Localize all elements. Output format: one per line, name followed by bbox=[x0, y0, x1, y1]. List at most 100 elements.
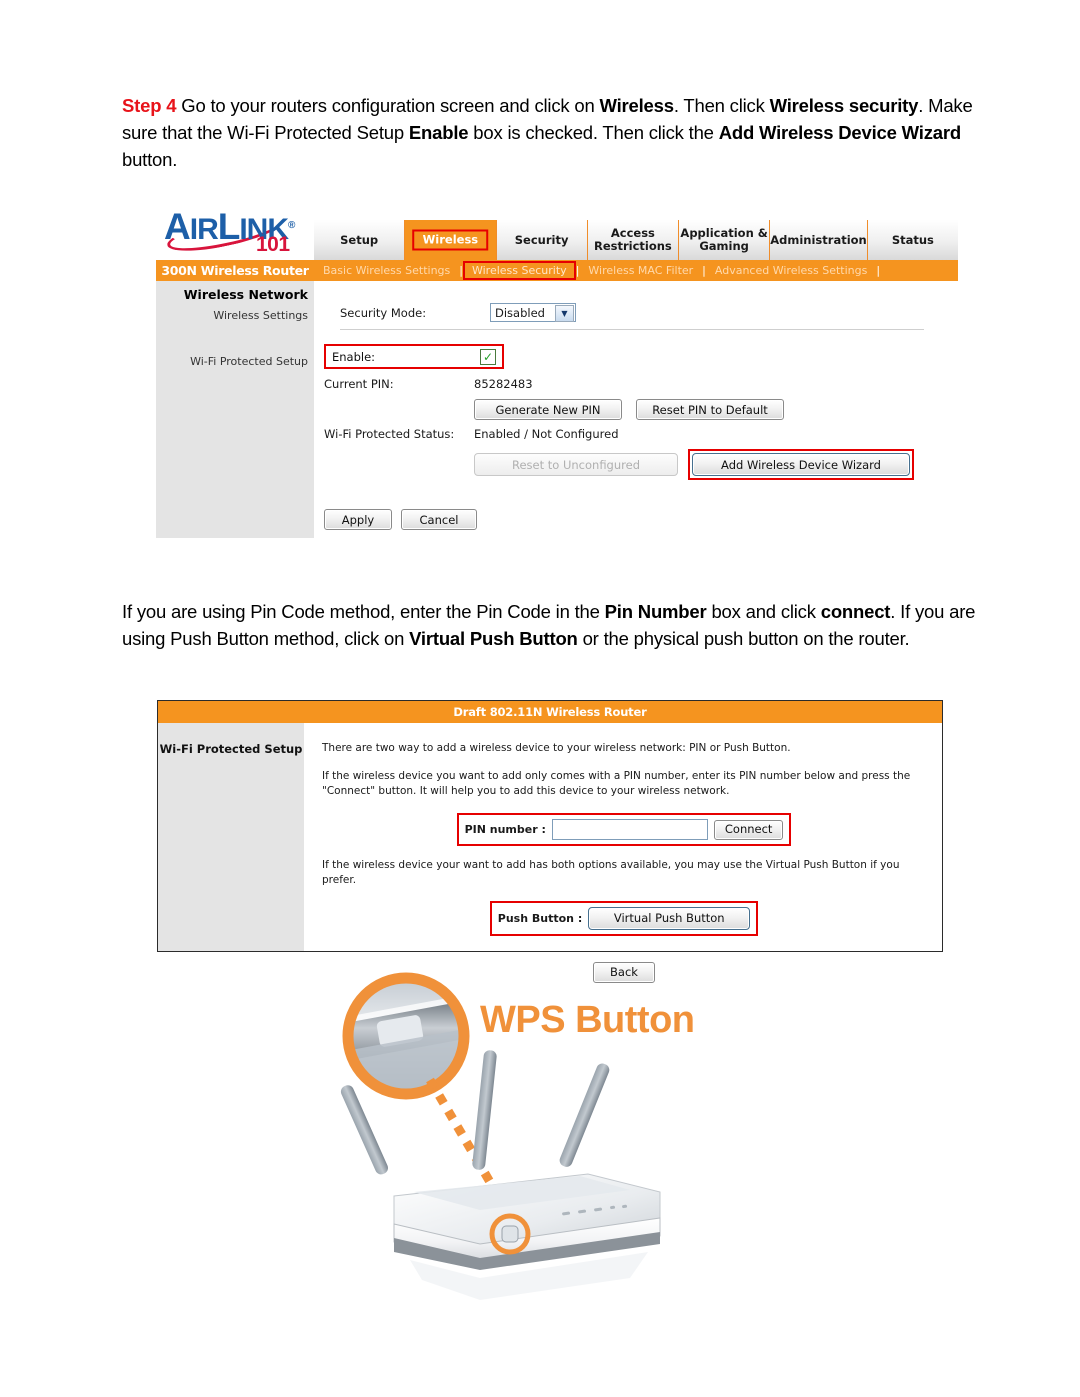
nav-tab-label: Status bbox=[891, 232, 934, 247]
chevron-down-icon[interactable]: ▼ bbox=[555, 305, 574, 322]
subnav-separator: | bbox=[876, 264, 881, 277]
nav-tab-administration[interactable]: Administration bbox=[770, 220, 868, 260]
text-run-7: box is checked. Then click the bbox=[468, 122, 719, 143]
wps-button-photo: WPS Button bbox=[330, 960, 760, 1310]
security-mode-row: Security Mode: Disabled ▼ bbox=[340, 303, 958, 322]
nav-tab-label: Access Restrictions bbox=[593, 226, 672, 253]
router-config-screenshot: AIRLINK® 101 Setup Wireless Security Access… bbox=[156, 198, 958, 538]
form-footer-buttons: Apply Cancel bbox=[324, 509, 477, 530]
router-main-panel: Security Mode: Disabled ▼ Enable: ✓ Curr… bbox=[314, 281, 958, 538]
router-header: AIRLINK® 101 Setup Wireless Security Access… bbox=[156, 198, 958, 262]
wizard-sidebar-label: Wi-Fi Protected Setup bbox=[158, 723, 304, 951]
logo-ir: IR bbox=[189, 213, 219, 246]
text-run-5: Virtual Push Button bbox=[409, 628, 578, 649]
step4-instruction-paragraph: Step 4 Go to your routers configuration … bbox=[122, 92, 982, 173]
wps-button-caption: WPS Button bbox=[480, 999, 695, 1041]
pin-number-row: PIN number : Connect bbox=[322, 813, 926, 846]
current-pin-label: Current PIN: bbox=[324, 377, 394, 391]
airlink-logo: AIRLINK® 101 bbox=[162, 200, 314, 258]
wizard-body: Wi-Fi Protected Setup There are two way … bbox=[158, 723, 942, 983]
push-button-label: Push Button : bbox=[497, 912, 583, 925]
logo-letter-l: L bbox=[217, 206, 241, 247]
physical-wps-button[interactable] bbox=[501, 1225, 519, 1243]
pin-number-label: PIN number : bbox=[464, 823, 546, 836]
text-run-6: or the physical push button on the route… bbox=[577, 628, 910, 649]
nav-tab-label: Administration bbox=[770, 232, 867, 247]
pin-number-input[interactable] bbox=[551, 819, 708, 840]
apply-button[interactable]: Apply bbox=[324, 509, 392, 530]
wps-enable-checkbox[interactable]: ✓ bbox=[480, 348, 496, 365]
push-button-row: Push Button : Virtual Push Button bbox=[322, 901, 926, 936]
nav-tab-setup[interactable]: Setup bbox=[314, 220, 406, 260]
wps-status-row: Wi-Fi Protected Status: Enabled / Not Co… bbox=[324, 427, 619, 441]
wps-enable-highlight: Enable: ✓ bbox=[324, 344, 504, 369]
sidebar-item-wireless-settings[interactable]: Wireless Settings bbox=[156, 309, 314, 322]
nav-tab-security[interactable]: Security bbox=[496, 220, 588, 260]
wps-wizard-screenshot: Draft 802.11N Wireless Router Wi-Fi Prot… bbox=[157, 700, 943, 983]
virtual-push-button[interactable]: Virtual Push Button bbox=[588, 907, 751, 930]
logo-model-number: 101 bbox=[256, 233, 290, 256]
nav-tab-label: Wireless bbox=[412, 229, 489, 251]
subnav-item-wireless-security[interactable]: Wireless Security bbox=[462, 261, 576, 280]
text-run-6: Enable bbox=[408, 122, 469, 143]
reset-pin-to-default-button[interactable]: Reset PIN to Default bbox=[636, 399, 784, 420]
security-mode-select[interactable]: Disabled ▼ bbox=[490, 303, 576, 322]
current-pin-row: Current PIN: 85282483 bbox=[324, 377, 533, 391]
text-run-2: Wireless bbox=[599, 95, 674, 116]
router-model-label: 300N Wireless Router bbox=[161, 263, 309, 278]
wizard-main-panel: There are two way to add a wireless devi… bbox=[304, 723, 942, 983]
subnav-item-advanced-wireless-settings[interactable]: Advanced Wireless Settings bbox=[706, 264, 876, 277]
text-run-1: Go to your routers configuration screen … bbox=[181, 95, 600, 116]
nav-tab-access-restrictions[interactable]: Access Restrictions bbox=[587, 220, 679, 260]
wps-status-label: Wi-Fi Protected Status: bbox=[324, 427, 455, 441]
connect-button[interactable]: Connect bbox=[713, 819, 784, 840]
nav-tab-wireless[interactable]: Wireless bbox=[405, 220, 497, 260]
nav-tab-label: Setup bbox=[340, 232, 379, 247]
pin-number-highlight: PIN number : Connect bbox=[456, 813, 792, 846]
security-mode-value: Disabled bbox=[495, 305, 545, 320]
sidebar-title: Wireless Network bbox=[183, 287, 308, 302]
nav-tab-label: Application & Gaming bbox=[680, 226, 768, 253]
section-divider bbox=[340, 329, 924, 330]
pin-buttons-row: Generate New PIN Reset PIN to Default bbox=[474, 399, 784, 420]
sub-nav-bar: 300N Wireless Router Basic Wireless Sett… bbox=[156, 260, 958, 281]
add-wizard-highlight: Add Wireless Device Wizard bbox=[688, 449, 914, 480]
subnav-item-wireless-mac-filter[interactable]: Wireless MAC Filter bbox=[579, 264, 702, 277]
router-body bbox=[393, 1173, 661, 1300]
security-mode-label: Security Mode: bbox=[340, 305, 427, 320]
wizard-intro-text: There are two way to add a wireless devi… bbox=[322, 742, 791, 754]
text-run-3: connect bbox=[820, 601, 891, 622]
main-nav-tabs: Setup Wireless Security Access Restrictions… bbox=[314, 220, 958, 262]
wps-status-value: Enabled / Not Configured bbox=[474, 427, 619, 441]
wizard-buttons-row: Reset to Unconfigured Add Wireless Devic… bbox=[474, 449, 914, 480]
reset-to-unconfigured-button: Reset to Unconfigured bbox=[474, 453, 678, 476]
logo-letter-a: A bbox=[164, 206, 191, 247]
router-illustration-svg: WPS Button bbox=[340, 972, 695, 1300]
text-run-1: Pin Number bbox=[604, 601, 707, 622]
text-run-3: . Then click bbox=[673, 95, 770, 116]
registered-mark-icon: ® bbox=[288, 220, 295, 231]
nav-tab-application-gaming[interactable]: Application & Gaming bbox=[679, 220, 771, 260]
router-sidebar: Wireless Network Wireless Settings Wi-Fi… bbox=[156, 281, 314, 538]
text-run-2: box and click bbox=[706, 601, 821, 622]
add-wireless-device-wizard-button[interactable]: Add Wireless Device Wizard bbox=[692, 453, 910, 476]
wizard-title-bar: Draft 802.11N Wireless Router bbox=[158, 701, 942, 723]
subnav-item-basic-wireless-settings[interactable]: Basic Wireless Settings bbox=[314, 264, 459, 277]
wizard-pin-help-text: If the wireless device you want to add o… bbox=[322, 770, 911, 797]
text-run-0: Step 4 bbox=[122, 95, 182, 116]
text-run-9: button. bbox=[122, 149, 178, 170]
wizard-push-help-text: If the wireless device your want to add … bbox=[322, 859, 900, 886]
nav-tab-status[interactable]: Status bbox=[867, 220, 958, 260]
text-run-4: Wireless security bbox=[769, 95, 919, 116]
sub-nav-links: Basic Wireless Settings | Wireless Securit… bbox=[314, 261, 880, 280]
generate-new-pin-button[interactable]: Generate New PIN bbox=[474, 399, 622, 420]
sidebar-item-wifi-protected-setup[interactable]: Wi-Fi Protected Setup bbox=[156, 355, 314, 368]
router-config-body: Wireless Network Wireless Settings Wi-Fi… bbox=[156, 281, 958, 538]
nav-tab-label: Security bbox=[514, 232, 569, 247]
text-run-8: Add Wireless Device Wizard bbox=[718, 122, 961, 143]
push-button-highlight: Push Button : Virtual Push Button bbox=[489, 901, 759, 936]
current-pin-value: 85282483 bbox=[474, 377, 533, 391]
text-run-0: If you are using Pin Code method, enter … bbox=[122, 601, 605, 622]
cancel-button[interactable]: Cancel bbox=[401, 509, 477, 530]
pin-code-instruction-paragraph: If you are using Pin Code method, enter … bbox=[122, 598, 1002, 652]
